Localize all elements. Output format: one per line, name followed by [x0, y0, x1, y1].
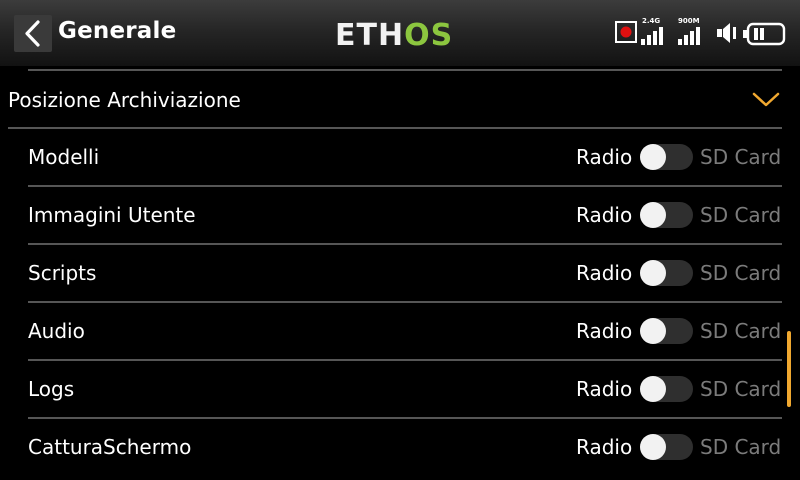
option-radio-label: Radio — [576, 203, 633, 227]
option-radio-label: Radio — [576, 261, 633, 285]
list-item: Scripts Radio SD Card — [0, 245, 800, 303]
toggle-knob — [640, 376, 666, 402]
row-label: Scripts — [28, 261, 97, 285]
option-radio-label: Radio — [576, 319, 633, 343]
page-title: Generale — [58, 18, 177, 44]
storage-toggle[interactable] — [640, 318, 693, 344]
list-item: CatturaSchermo Radio SD Card — [0, 419, 800, 477]
option-radio-label: Radio — [576, 435, 633, 459]
record-icon — [615, 21, 637, 43]
toggle-knob — [640, 260, 666, 286]
option-sdcard-label: SD Card — [700, 203, 782, 227]
chevron-down-icon[interactable] — [752, 92, 780, 108]
scrollbar[interactable] — [787, 331, 791, 407]
signal-icon — [678, 27, 700, 45]
section-title: Posizione Archiviazione — [8, 88, 241, 112]
option-sdcard-label: SD Card — [700, 261, 782, 285]
list-item: Modelli Radio SD Card — [0, 129, 800, 187]
status-icons: 2.4G 900M — [612, 16, 792, 50]
ethos-logo: ETHOS — [335, 18, 453, 51]
svg-text:ETHOS: ETHOS — [335, 18, 453, 51]
link-label-2g4: 2.4G — [642, 17, 661, 25]
option-radio-label: Radio — [576, 377, 633, 401]
storage-toggle[interactable] — [640, 376, 693, 402]
back-arrow-icon — [25, 20, 40, 47]
toggle-knob — [640, 202, 666, 228]
toggle-knob — [640, 144, 666, 170]
back-button[interactable] — [14, 15, 52, 52]
logo-part-eth: ETH — [335, 18, 404, 51]
storage-toggle[interactable] — [640, 144, 693, 170]
row-label: CatturaSchermo — [28, 435, 192, 459]
speaker-icon — [717, 23, 736, 43]
toggle-knob — [640, 434, 666, 460]
row-label: Audio — [28, 319, 85, 343]
list-item: Immagini Utente Radio SD Card — [0, 187, 800, 245]
list-item: Audio Radio SD Card — [0, 303, 800, 361]
storage-toggle[interactable] — [640, 260, 693, 286]
option-radio-label: Radio — [576, 145, 633, 169]
battery-icon — [743, 22, 786, 46]
option-sdcard-label: SD Card — [700, 435, 782, 459]
storage-toggle[interactable] — [640, 202, 693, 228]
top-bar: Generale ETHOS 2.4G 900M — [0, 0, 800, 66]
list-item: Logs Radio SD Card — [0, 361, 800, 419]
signal-icon — [641, 27, 663, 45]
link-label-900m: 900M — [678, 17, 700, 25]
option-sdcard-label: SD Card — [700, 319, 782, 343]
toggle-knob — [640, 318, 666, 344]
storage-toggle[interactable] — [640, 434, 693, 460]
row-label: Modelli — [28, 145, 100, 169]
row-label: Immagini Utente — [28, 203, 196, 227]
logo-part-os: OS — [404, 18, 453, 51]
row-label: Logs — [28, 377, 75, 401]
option-sdcard-label: SD Card — [700, 377, 782, 401]
option-sdcard-label: SD Card — [700, 145, 782, 169]
